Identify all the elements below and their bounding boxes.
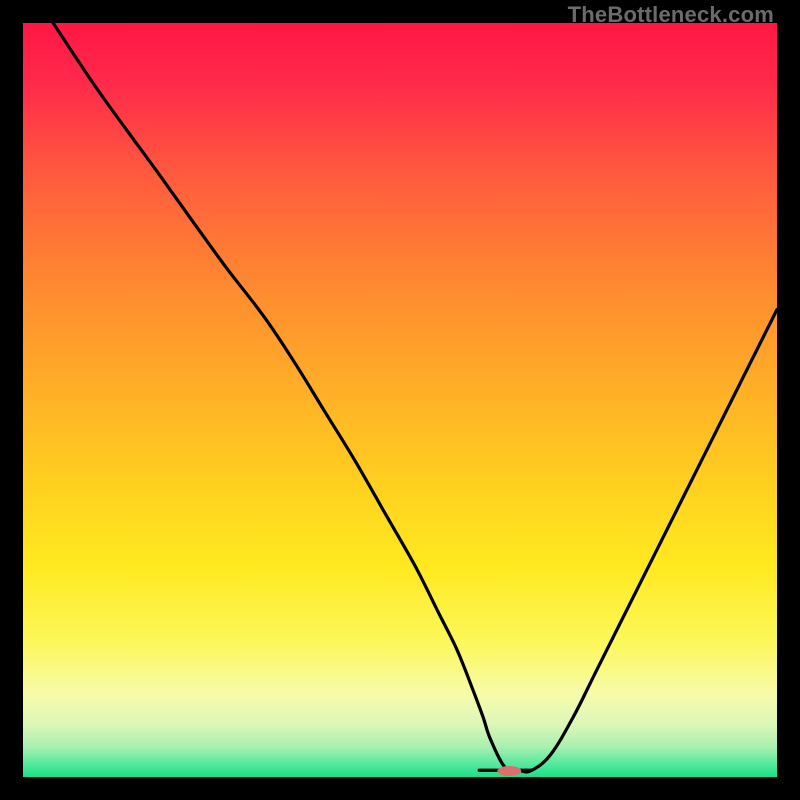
chart-frame: TheBottleneck.com bbox=[0, 0, 800, 800]
chart-background bbox=[23, 23, 777, 777]
watermark-label: TheBottleneck.com bbox=[568, 2, 774, 28]
optimal-marker bbox=[497, 766, 521, 776]
bottleneck-chart bbox=[23, 23, 777, 777]
